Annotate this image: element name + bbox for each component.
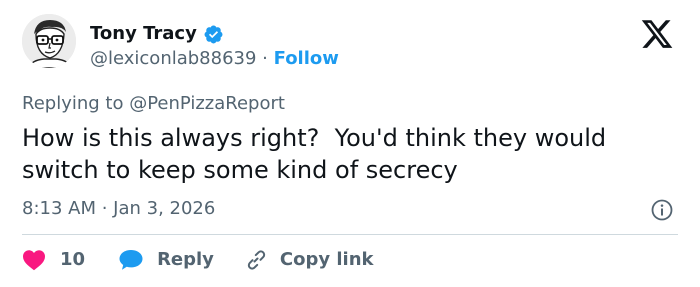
heart-icon: [23, 250, 45, 271]
tweet-text: How is this always right? You'd think th…: [22, 124, 614, 184]
action-bar: 10 Reply Copy link: [22, 247, 374, 273]
like-count: 10: [60, 249, 86, 270]
reply-button[interactable]: Reply: [119, 248, 214, 272]
reply-context: Replying to @PenPizzaReport: [22, 92, 285, 116]
follow-button[interactable]: Follow: [274, 48, 339, 69]
copy-link-button[interactable]: Copy link: [244, 248, 374, 272]
copy-link-label: Copy link: [279, 249, 374, 270]
info-icon[interactable]: [650, 198, 674, 222]
author-handle-row: @lexiconlab88639 · Follow: [90, 47, 339, 71]
avatar-illustration: [22, 14, 76, 68]
reply-mention-link[interactable]: @PenPizzaReport: [129, 93, 285, 114]
avatar[interactable]: [22, 14, 76, 68]
handle-separator: ·: [256, 48, 274, 69]
divider: [22, 234, 678, 235]
tweet-timestamp[interactable]: 8:13 AM · Jan 3, 2026: [22, 197, 215, 221]
like-button[interactable]: 10: [22, 248, 85, 272]
author-display-name[interactable]: Tony Tracy: [90, 22, 197, 46]
reply-label: Reply: [157, 249, 214, 270]
reply-context-prefix: Replying to: [22, 93, 130, 114]
tweet-card: Tony Tracy @lexiconlab88639 · Follow Rep…: [0, 0, 700, 287]
link-icon: [247, 250, 266, 270]
speech-bubble-icon: [119, 250, 143, 270]
verified-badge-icon: [204, 25, 223, 43]
author-handle[interactable]: @lexiconlab88639: [90, 48, 256, 69]
x-logo-icon[interactable]: [638, 17, 676, 51]
author-name-row: Tony Tracy: [90, 22, 224, 46]
